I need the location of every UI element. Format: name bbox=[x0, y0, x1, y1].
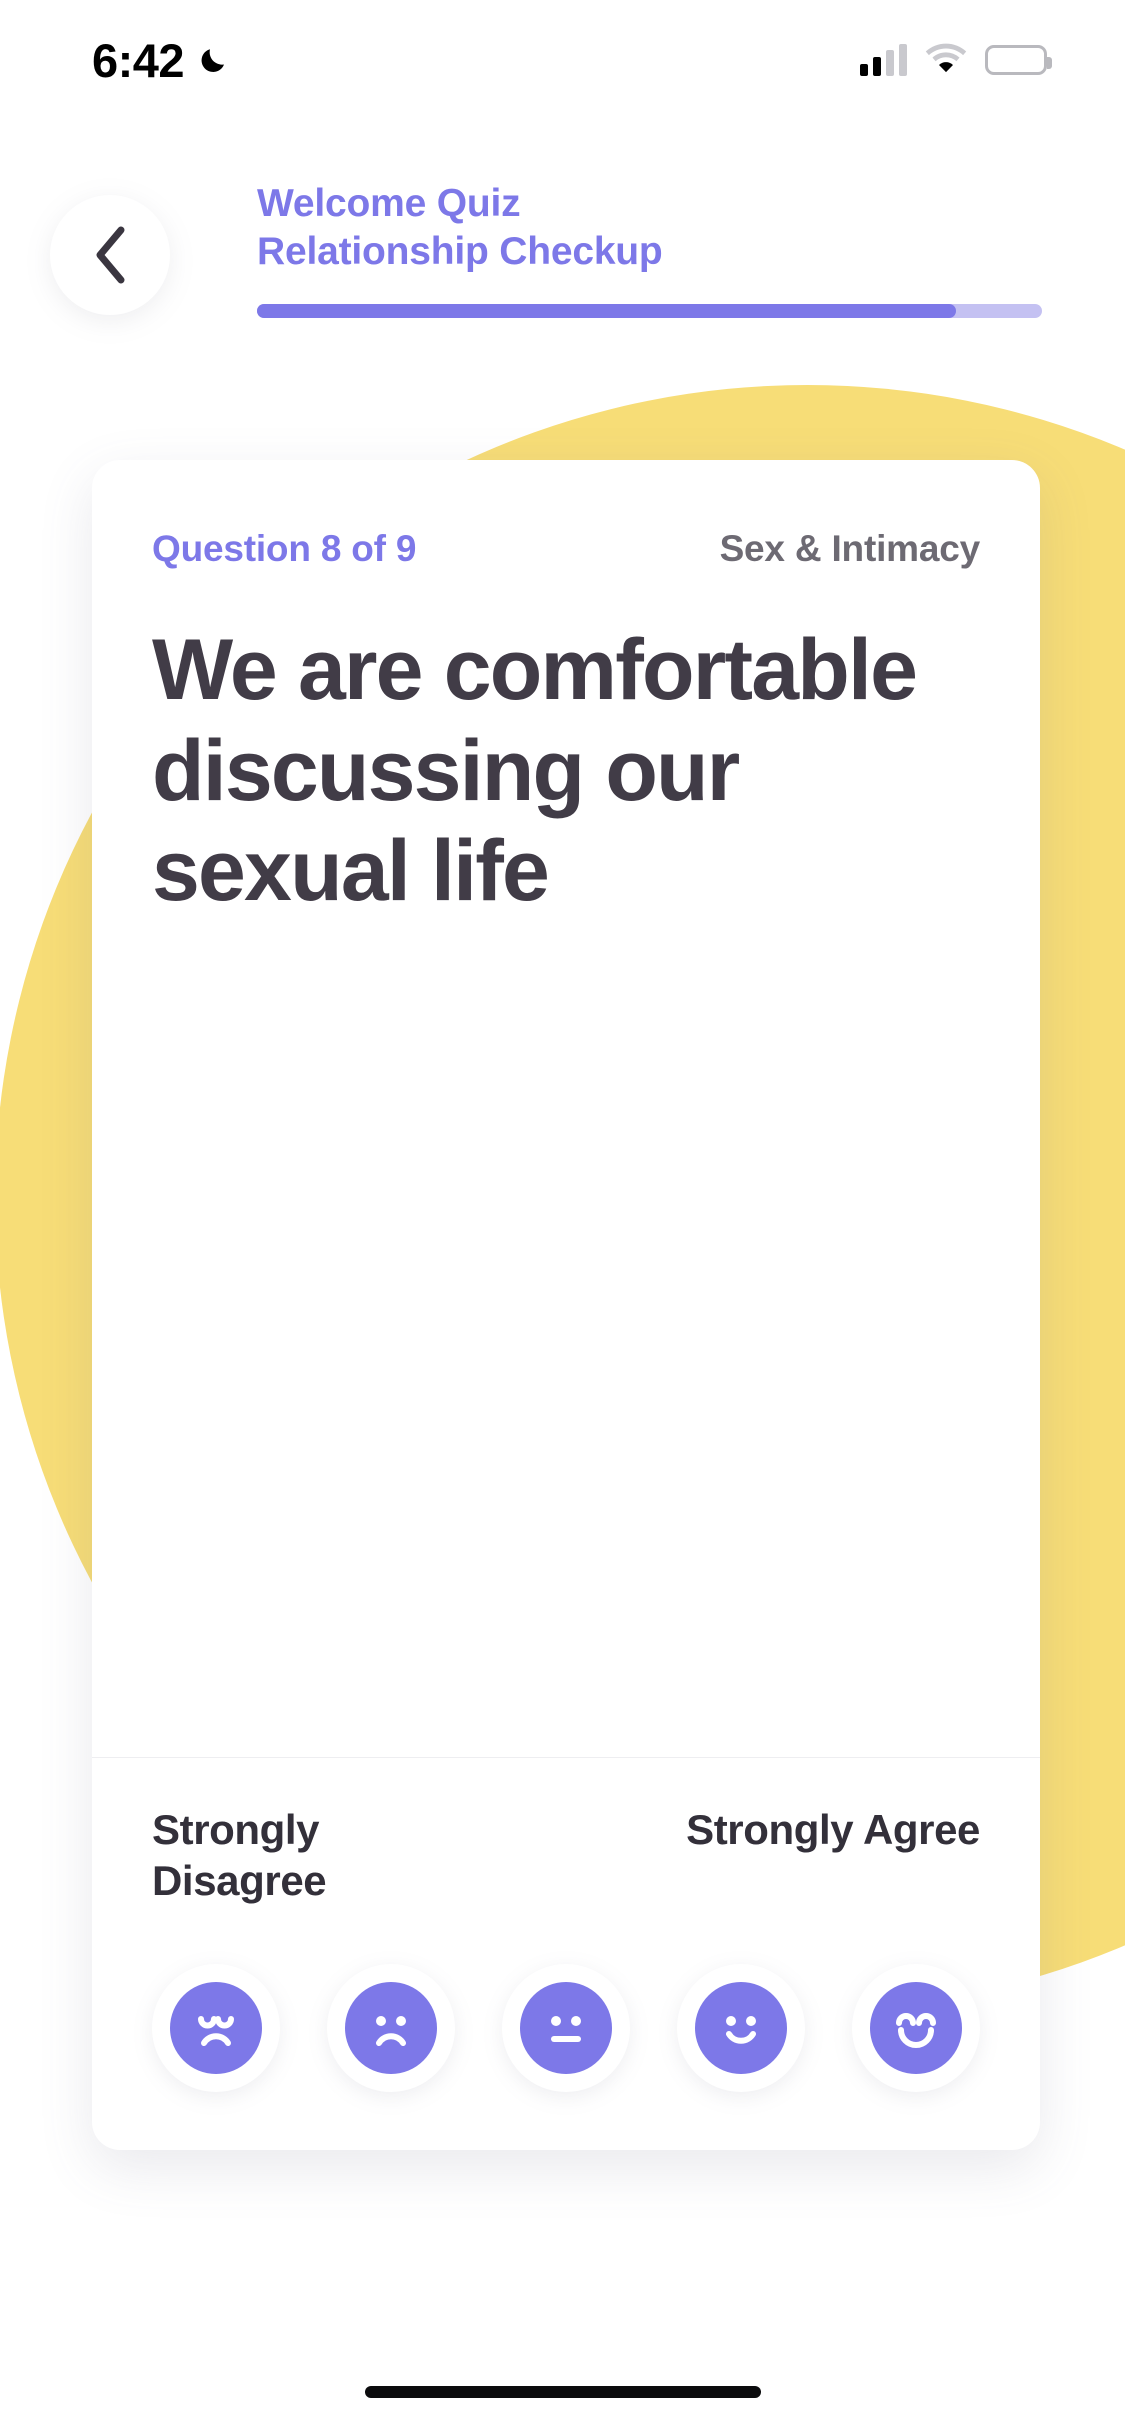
face-sad-icon bbox=[345, 1982, 437, 2074]
face-very-happy-icon bbox=[870, 1982, 962, 2074]
status-bar-left: 6:42 bbox=[92, 33, 232, 88]
face-happy-icon bbox=[695, 1982, 787, 2074]
quiz-title-line-1: Welcome Quiz bbox=[257, 182, 521, 225]
scale-options bbox=[152, 1964, 980, 2092]
question-text: We are comfortable discussing our sexual… bbox=[152, 622, 918, 920]
scale-option-4[interactable] bbox=[677, 1964, 805, 2092]
quiz-progress-fill bbox=[257, 304, 956, 318]
scale-label-high: Strongly Agree bbox=[686, 1805, 980, 1853]
scale-option-3[interactable] bbox=[502, 1964, 630, 2092]
question-card: Question 8 of 9 Sex & Intimacy We are co… bbox=[92, 460, 1040, 2150]
app-screen: 6:42 Welcome Quiz Relationship Checkup Q… bbox=[0, 0, 1125, 2436]
status-bar-right bbox=[860, 42, 1052, 78]
crescent-moon-icon bbox=[198, 43, 232, 77]
answer-scale: Strongly Disagree Strongly Agree bbox=[92, 1758, 1040, 2150]
chevron-left-icon bbox=[92, 226, 128, 284]
scale-option-2[interactable] bbox=[327, 1964, 455, 2092]
back-button[interactable] bbox=[50, 195, 170, 315]
status-bar: 6:42 bbox=[0, 0, 1125, 120]
quiz-header: Welcome Quiz Relationship Checkup bbox=[0, 180, 1125, 340]
question-card-body: Question 8 of 9 Sex & Intimacy We are co… bbox=[92, 460, 1040, 1757]
scale-option-5[interactable] bbox=[852, 1964, 980, 2092]
quiz-progress-bar bbox=[257, 304, 1042, 318]
face-neutral-icon bbox=[520, 1982, 612, 2074]
question-category: Sex & Intimacy bbox=[719, 528, 981, 569]
scale-option-1[interactable] bbox=[152, 1964, 280, 2092]
quiz-title: Welcome Quiz Relationship Checkup bbox=[257, 180, 1042, 275]
battery-icon bbox=[985, 45, 1052, 75]
quiz-title-line-2: Relationship Checkup bbox=[257, 229, 663, 273]
cellular-signal-icon bbox=[860, 44, 907, 76]
status-bar-clock: 6:42 bbox=[92, 33, 185, 87]
scale-label-low: Strongly Disagree bbox=[152, 1805, 327, 1904]
question-meta: Question 8 of 9 Sex & Intimacy bbox=[152, 528, 980, 570]
home-indicator bbox=[364, 2386, 761, 2398]
wifi-icon bbox=[925, 42, 967, 78]
question-counter: Question 8 of 9 bbox=[152, 528, 417, 569]
scale-labels: Strongly Disagree Strongly Agree bbox=[152, 1804, 980, 1906]
face-very-sad-icon bbox=[170, 1982, 262, 2074]
